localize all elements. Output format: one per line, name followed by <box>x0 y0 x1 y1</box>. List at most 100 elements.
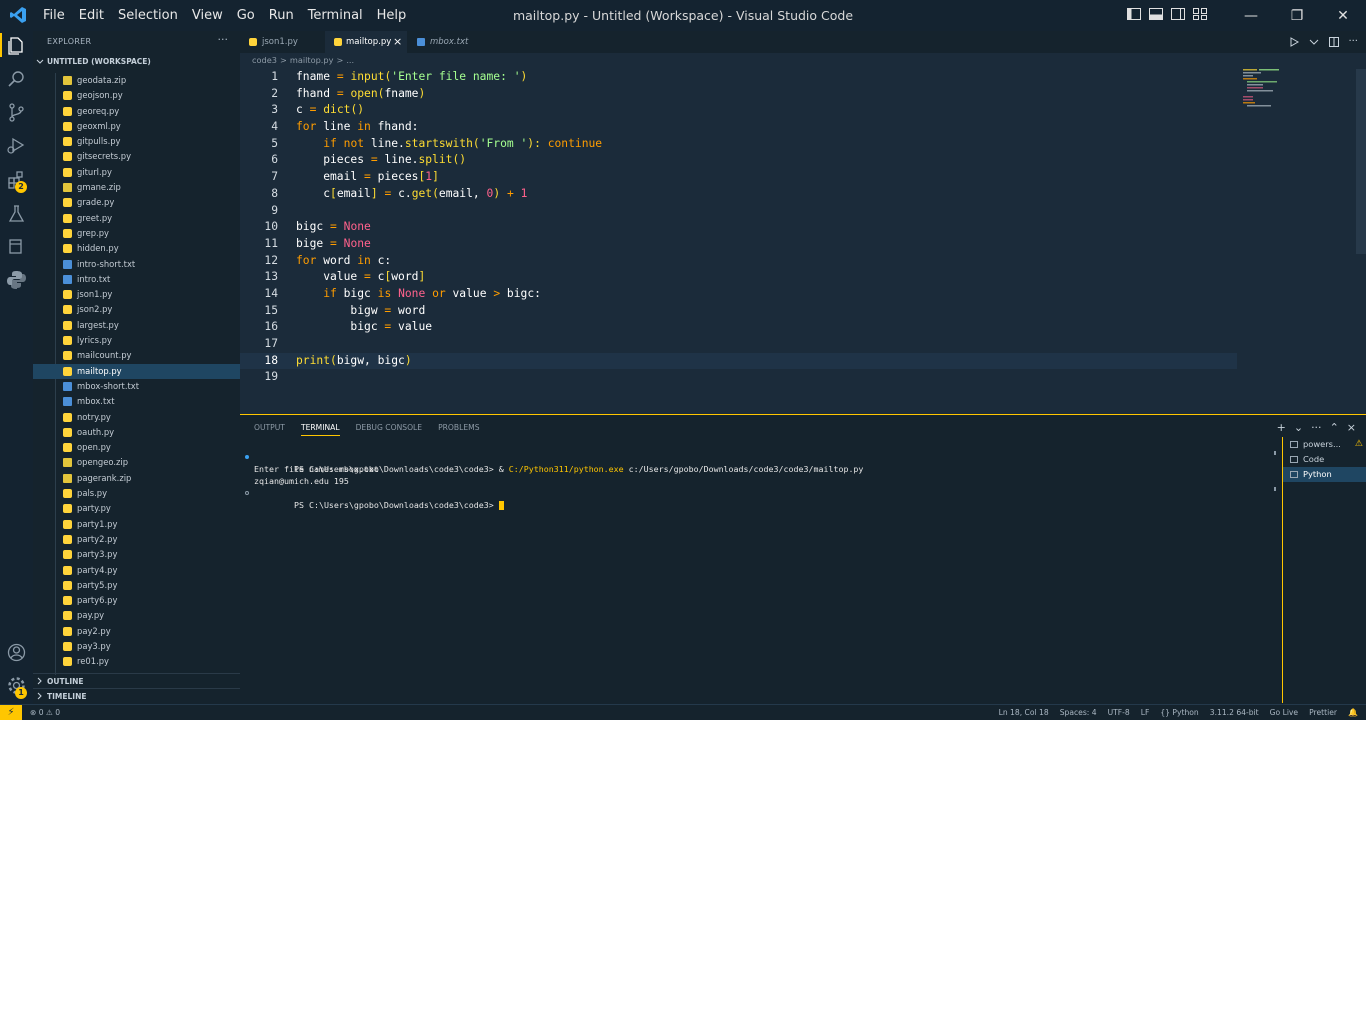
run-debug-icon[interactable] <box>6 135 27 156</box>
file-item-lyrics-py[interactable]: lyrics.py <box>33 333 240 348</box>
file-item-party5-py[interactable]: party5.py <box>33 578 240 593</box>
file-item-intro-txt[interactable]: intro.txt <box>33 272 240 287</box>
file-item-party6-py[interactable]: party6.py <box>33 593 240 608</box>
menu-terminal[interactable]: Terminal <box>301 0 370 31</box>
close-panel-icon[interactable]: × <box>1347 421 1356 434</box>
breadcrumb-item[interactable]: mailtop.py <box>290 55 334 65</box>
explorer-icon[interactable] <box>6 35 27 56</box>
panel-tab-output[interactable]: OUTPUT <box>254 423 285 436</box>
close-window-button[interactable]: ✕ <box>1320 0 1366 31</box>
minimize-button[interactable]: — <box>1228 0 1274 31</box>
file-item-mbox-short-txt[interactable]: mbox-short.txt <box>33 379 240 394</box>
accounts-icon[interactable] <box>6 642 27 663</box>
file-item-pay3-py[interactable]: pay3.py <box>33 639 240 654</box>
file-item-party1-py[interactable]: party1.py <box>33 517 240 532</box>
file-item-giturl-py[interactable]: giturl.py <box>33 165 240 180</box>
status-item[interactable]: {} Python <box>1160 705 1198 720</box>
file-item-open-py[interactable]: open.py <box>33 440 240 455</box>
remote-explorer-icon[interactable] <box>6 236 27 257</box>
code-editor[interactable]: 1 fname = input('Enter file name: ') 2 fhan… <box>240 69 1240 386</box>
terminal-instance-powers[interactable]: powers... ⚠ <box>1283 437 1366 452</box>
tab-close-icon[interactable]: × <box>393 31 402 53</box>
file-item-gitpulls-py[interactable]: gitpulls.py <box>33 134 240 149</box>
remote-indicator[interactable]: ⚡ <box>0 705 22 720</box>
file-item-geoxml-py[interactable]: geoxml.py <box>33 119 240 134</box>
file-item-party3-py[interactable]: party3.py <box>33 547 240 562</box>
status-item[interactable]: 3.11.2 64-bit <box>1210 705 1259 720</box>
editor-scrollbar[interactable] <box>1356 69 1366 254</box>
terminal[interactable]: PS C:\Users\gpobo\Downloads\code3\code3>… <box>244 451 1274 510</box>
file-item-georeq-py[interactable]: georeq.py <box>33 104 240 119</box>
panel-tab-terminal[interactable]: TERMINAL <box>300 423 340 436</box>
chevron-down-icon[interactable]: ⌄ <box>1294 421 1303 434</box>
status-item[interactable]: LF <box>1141 705 1150 720</box>
breadcrumb-item[interactable]: ... <box>346 55 354 65</box>
file-item-gitsecrets-py[interactable]: gitsecrets.py <box>33 149 240 164</box>
file-item-opengeo-zip[interactable]: opengeo.zip <box>33 455 240 470</box>
file-item-mailtop-py[interactable]: mailtop.py <box>33 363 240 379</box>
file-item-party2-py[interactable]: party2.py <box>33 532 240 547</box>
menu-go[interactable]: Go <box>230 0 262 31</box>
file-item-gmane-zip[interactable]: gmane.zip <box>33 180 240 195</box>
terminal-instance-code[interactable]: Code <box>1283 452 1366 467</box>
testing-icon[interactable] <box>6 203 27 224</box>
file-item-party4-py[interactable]: party4.py <box>33 563 240 578</box>
tab-mbox[interactable]: mbox.txt <box>408 31 478 53</box>
python-icon[interactable] <box>6 269 27 290</box>
explorer-more-actions[interactable]: ··· <box>218 33 229 46</box>
status-item[interactable]: Prettier <box>1309 705 1337 720</box>
customize-layout-icon[interactable] <box>1192 6 1208 22</box>
panel-tab-debug-console[interactable]: DEBUG CONSOLE <box>356 423 423 436</box>
file-item-notry-py[interactable]: notry.py <box>33 410 240 425</box>
outline-section[interactable]: OUTLINE <box>33 673 240 689</box>
file-item-largest-py[interactable]: largest.py <box>33 318 240 333</box>
file-item-grade-py[interactable]: grade.py <box>33 195 240 210</box>
toggle-panel-icon[interactable] <box>1148 6 1164 22</box>
file-item-geodata-zip[interactable]: geodata.zip <box>33 73 240 88</box>
new-terminal-icon[interactable]: + <box>1277 421 1286 434</box>
source-control-icon[interactable] <box>6 102 27 123</box>
tab-mailtop[interactable]: mailtop.py × <box>325 31 407 53</box>
menu-edit[interactable]: Edit <box>72 0 111 31</box>
status-item[interactable]: Spaces: 4 <box>1060 705 1097 720</box>
file-item-pagerank-zip[interactable]: pagerank.zip <box>33 471 240 486</box>
more-actions-icon[interactable]: ··· <box>1348 36 1358 48</box>
file-item-json1-py[interactable]: json1.py <box>33 287 240 302</box>
chevron-down-icon[interactable] <box>1308 36 1320 48</box>
toggle-secondary-sidebar-icon[interactable] <box>1170 6 1186 22</box>
file-item-party-py[interactable]: party.py <box>33 501 240 516</box>
split-editor-icon[interactable] <box>1328 36 1340 48</box>
file-item-mailcount-py[interactable]: mailcount.py <box>33 348 240 363</box>
status-item[interactable]: Ln 18, Col 18 <box>999 705 1049 720</box>
file-item-grep-py[interactable]: grep.py <box>33 226 240 241</box>
menu-help[interactable]: Help <box>370 0 414 31</box>
file-item-pay-py[interactable]: pay.py <box>33 608 240 623</box>
notifications-bell-icon[interactable]: 🔔 <box>1348 705 1358 720</box>
status-item[interactable]: UTF-8 <box>1108 705 1130 720</box>
file-item-intro-short-txt[interactable]: intro-short.txt <box>33 257 240 272</box>
breadcrumb-item[interactable]: code3 <box>252 55 277 65</box>
tab-json1[interactable]: json1.py <box>240 31 324 53</box>
more-actions-icon[interactable]: ··· <box>1311 421 1322 434</box>
menu-run[interactable]: Run <box>262 0 301 31</box>
minimap[interactable] <box>1243 69 1303 109</box>
panel-tab-problems[interactable]: PROBLEMS <box>438 423 479 436</box>
timeline-section[interactable]: TIMELINE <box>33 688 240 704</box>
file-item-re01-py[interactable]: re01.py <box>33 654 240 669</box>
search-icon[interactable] <box>6 69 27 90</box>
file-item-hidden-py[interactable]: hidden.py <box>33 241 240 256</box>
maximize-panel-icon[interactable]: ⌃ <box>1330 421 1339 434</box>
file-item-json2-py[interactable]: json2.py <box>33 302 240 317</box>
file-item-pals-py[interactable]: pals.py <box>33 486 240 501</box>
restore-button[interactable]: ❐ <box>1274 0 1320 31</box>
file-item-pay2-py[interactable]: pay2.py <box>33 624 240 639</box>
terminal-instance-python[interactable]: Python <box>1283 467 1366 482</box>
menu-file[interactable]: File <box>36 0 72 31</box>
file-item-mbox-txt[interactable]: mbox.txt <box>33 394 240 409</box>
file-item-geojson-py[interactable]: geojson.py <box>33 88 240 103</box>
menu-view[interactable]: View <box>185 0 230 31</box>
file-item-greet-py[interactable]: greet.py <box>33 211 240 226</box>
problems-indicator[interactable]: ⊗ 0 ⚠ 0 <box>30 705 60 720</box>
run-python-file-icon[interactable] <box>1288 36 1300 48</box>
toggle-primary-sidebar-icon[interactable] <box>1126 6 1142 22</box>
